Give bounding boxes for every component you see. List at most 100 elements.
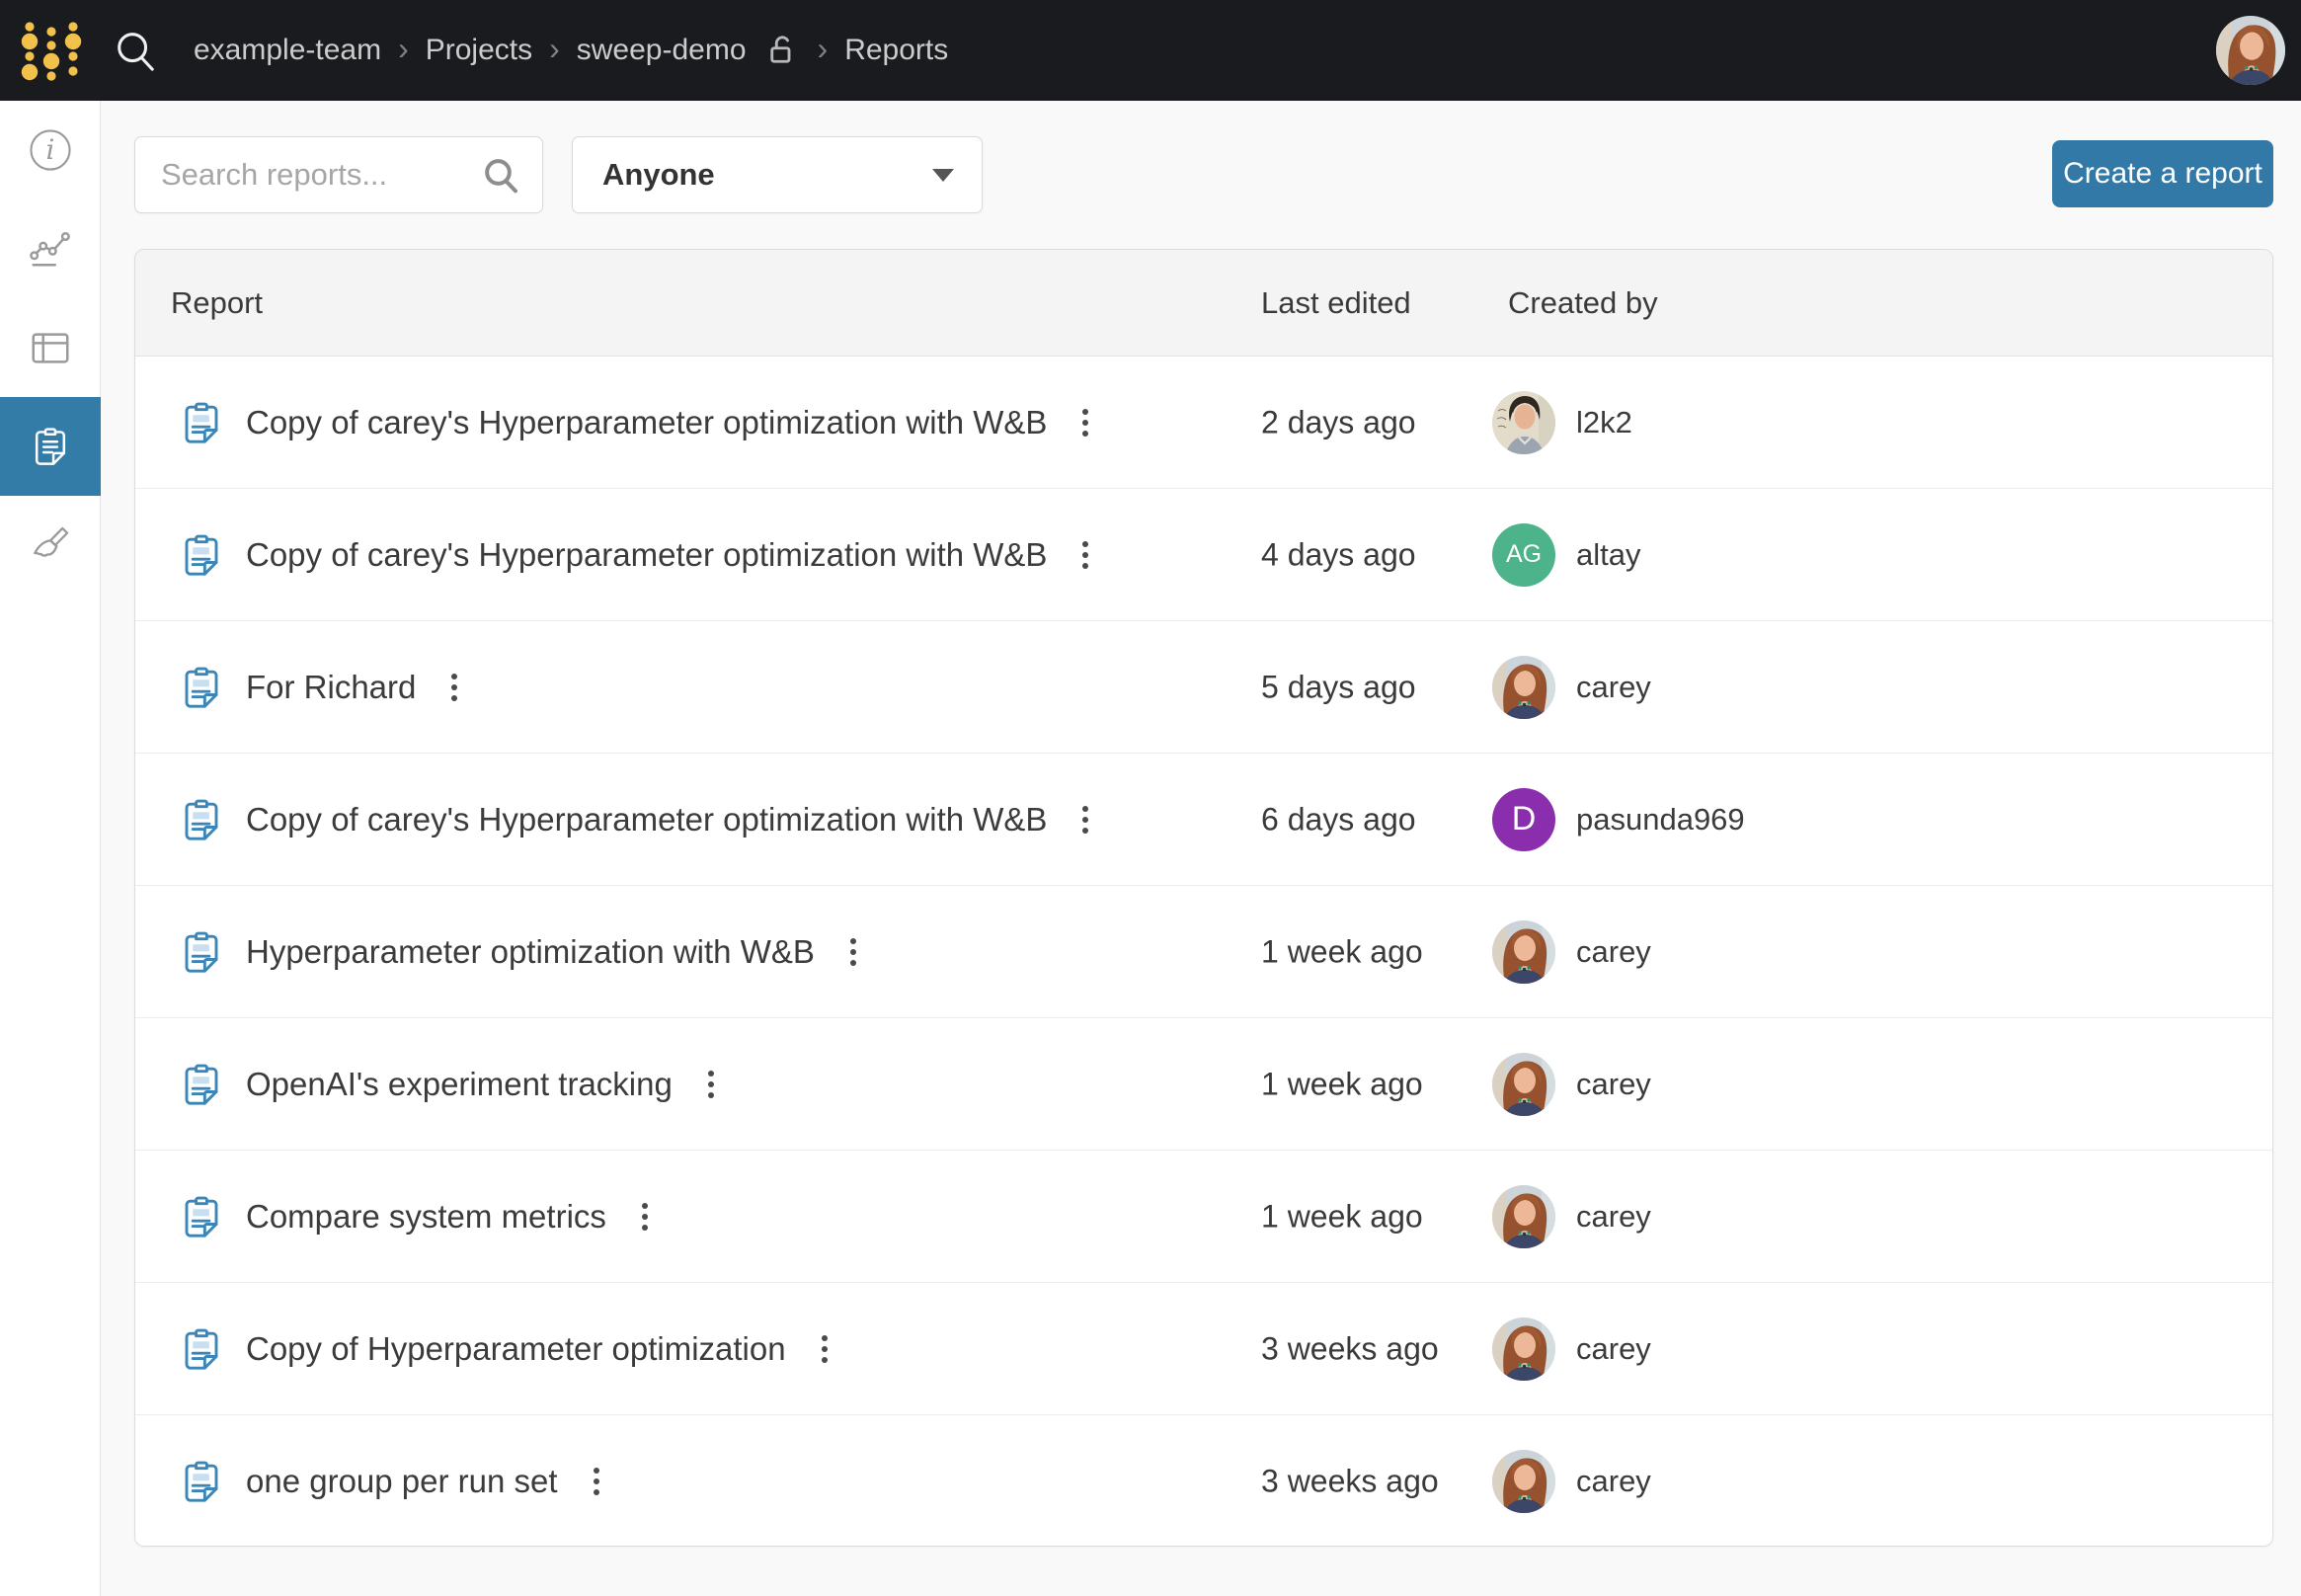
creator-name[interactable]: carey [1576,1199,1651,1235]
creator-filter-dropdown[interactable]: Anyone [572,136,983,213]
report-title[interactable]: Copy of carey's Hyperparameter optimizat… [246,536,1047,574]
svg-text:i: i [46,133,55,166]
search-reports-box[interactable] [134,136,543,213]
kebab-menu-icon[interactable] [441,666,467,709]
table-row[interactable]: Copy of Hyperparameter optimization 3 we… [135,1283,2272,1415]
creator-name[interactable]: altay [1576,537,1640,573]
table-row[interactable]: OpenAI's experiment tracking 1 week ago … [135,1018,2272,1151]
table-row[interactable]: Copy of carey's Hyperparameter optimizat… [135,357,2272,489]
last-edited-text: 4 days ago [1261,536,1416,573]
creator-name[interactable]: l2k2 [1576,405,1632,440]
report-title[interactable]: OpenAI's experiment tracking [246,1066,673,1103]
last-edited-text: 5 days ago [1261,669,1416,705]
column-header-created-by: Created by [1508,285,1658,321]
kebab-menu-icon[interactable] [812,1327,837,1371]
report-title[interactable]: Copy of carey's Hyperparameter optimizat… [246,801,1047,838]
creator-name[interactable]: carey [1576,1464,1651,1499]
report-title[interactable]: Compare system metrics [246,1198,606,1236]
kebab-menu-icon[interactable] [584,1460,609,1503]
kebab-menu-icon[interactable] [1072,401,1098,444]
search-reports-input[interactable] [161,157,481,193]
table-row[interactable]: Copy of carey's Hyperparameter optimizat… [135,754,2272,886]
report-title[interactable]: Copy of Hyperparameter optimization [246,1330,786,1368]
creator-avatar[interactable] [1492,391,1555,454]
report-title[interactable]: Hyperparameter optimization with W&B [246,933,815,971]
last-edited-text: 3 weeks ago [1261,1330,1439,1367]
report-icon [177,663,226,712]
wandb-logo-icon[interactable] [20,18,83,83]
sidebar-item-overview[interactable]: i [0,101,101,200]
sidebar-item-table[interactable] [0,298,101,397]
creator-avatar[interactable] [1492,1317,1555,1381]
creator-name[interactable]: carey [1576,1067,1651,1102]
table-row[interactable]: For Richard 5 days ago carey [135,621,2272,754]
table-row[interactable]: Hyperparameter optimization with W&B 1 w… [135,886,2272,1018]
user-avatar[interactable] [2216,16,2285,85]
report-title[interactable]: For Richard [246,669,416,706]
report-icon [177,530,226,580]
sidebar-item-reports[interactable] [0,397,101,496]
creator-filter-value: Anyone [602,157,715,193]
creator-avatar[interactable]: D [1492,788,1555,851]
column-header-last-edited: Last edited [1261,285,1411,321]
kebab-menu-icon[interactable] [1072,533,1098,577]
creator-name[interactable]: carey [1576,1331,1651,1367]
report-icon [177,1457,226,1506]
chart-icon [28,226,73,272]
creator-avatar[interactable] [1492,1185,1555,1248]
breadcrumb-item-example-team[interactable]: example-team [194,34,381,67]
report-icon [177,1060,226,1109]
last-edited-text: 1 week ago [1261,1198,1423,1235]
sidebar-item-charts[interactable] [0,200,101,298]
kebab-menu-icon[interactable] [840,930,866,974]
report-title[interactable]: Copy of carey's Hyperparameter optimizat… [246,404,1047,441]
broom-icon [28,522,73,568]
creator-avatar[interactable] [1492,920,1555,984]
creator-avatar[interactable] [1492,1053,1555,1116]
table-icon [28,325,73,370]
table-row[interactable]: one group per run set 3 weeks ago carey [135,1415,2272,1547]
top-navbar: example-team › Projects › sweep-demo › Report… [0,0,2301,101]
chevron-down-icon [932,169,954,182]
breadcrumb: example-team › Projects › sweep-demo › Report… [194,33,948,68]
last-edited-text: 6 days ago [1261,801,1416,838]
table-body: Copy of carey's Hyperparameter optimizat… [135,357,2272,1547]
report-icon [177,927,226,977]
creator-avatar[interactable] [1492,656,1555,719]
sidebar-item-sweeps[interactable] [0,496,101,595]
creator-avatar[interactable]: AG [1492,523,1555,587]
breadcrumb-item-sweep-demo[interactable]: sweep-demo [577,34,747,67]
report-icon [177,398,226,447]
creator-name[interactable]: pasunda969 [1576,802,1745,838]
last-edited-text: 2 days ago [1261,404,1416,440]
report-icon [177,1324,226,1374]
breadcrumb-item-Projects[interactable]: Projects [426,34,532,67]
last-edited-text: 3 weeks ago [1261,1464,1439,1500]
reports-table: Report Last edited Created by Copy of ca… [134,249,2273,1547]
clipboard-icon [28,424,73,469]
kebab-menu-icon[interactable] [632,1195,658,1238]
table-header: Report Last edited Created by [135,250,2272,357]
last-edited-text: 1 week ago [1261,1066,1423,1102]
creator-name[interactable]: carey [1576,670,1651,705]
breadcrumb-separator: › [549,33,560,64]
kebab-menu-icon[interactable] [698,1063,724,1106]
search-icon[interactable] [481,155,520,195]
breadcrumb-separator: › [818,33,829,64]
report-icon [177,1192,226,1241]
report-icon [177,795,226,844]
main-content: Anyone Create a report Report Last edite… [101,101,2301,1596]
create-report-button[interactable]: Create a report [2052,140,2273,207]
creator-name[interactable]: carey [1576,934,1651,970]
search-icon[interactable] [113,28,158,73]
left-sidebar: i [0,101,101,1596]
report-title[interactable]: one group per run set [246,1463,558,1500]
creator-avatar[interactable] [1492,1450,1555,1513]
table-row[interactable]: Compare system metrics 1 week ago carey [135,1151,2272,1283]
reports-toolbar: Anyone Create a report [101,101,2301,249]
unlock-icon [765,33,801,68]
table-row[interactable]: Copy of carey's Hyperparameter optimizat… [135,489,2272,621]
breadcrumb-item-Reports[interactable]: Reports [844,34,948,67]
breadcrumb-separator: › [398,33,409,64]
kebab-menu-icon[interactable] [1072,798,1098,841]
